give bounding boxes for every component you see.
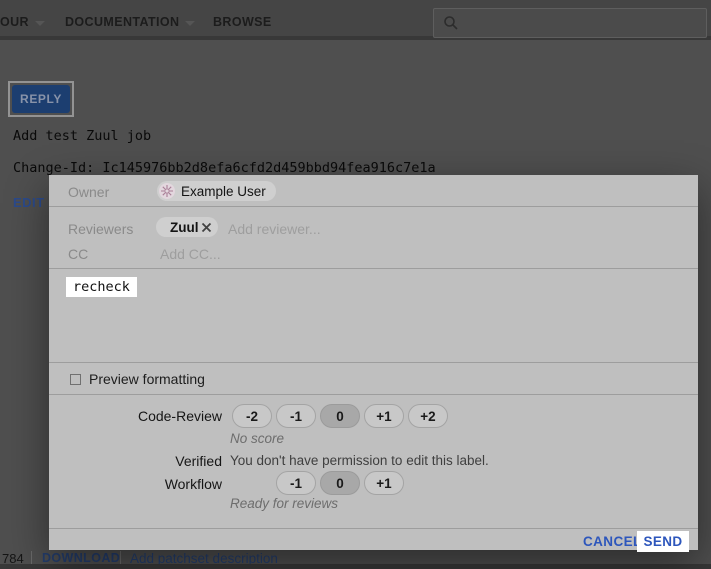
code-review-label: Code-Review	[49, 408, 222, 424]
close-icon	[201, 222, 212, 233]
reviewer-name: Zuul	[170, 220, 199, 235]
section-divider	[49, 206, 698, 207]
nav-menu-documentation[interactable]: DOCUMENTATION	[65, 15, 195, 29]
score-button[interactable]: -1	[276, 471, 316, 495]
avatar	[159, 183, 175, 199]
verified-permission-text: You don't have permission to edit this l…	[230, 453, 489, 468]
section-divider	[49, 362, 698, 363]
reply-message-text: recheck	[66, 277, 137, 297]
reply-message-textarea[interactable]: recheck	[49, 269, 698, 362]
reviewer-chip: Zuul	[156, 217, 218, 237]
cancel-button[interactable]: CANCEL	[583, 534, 642, 549]
reply-button[interactable]: REPLY	[12, 85, 70, 113]
owner-name: Example User	[181, 184, 266, 199]
section-divider	[49, 528, 698, 529]
score-button-selected[interactable]: 0	[320, 404, 360, 428]
nav-menu-your[interactable]: OUR	[0, 15, 45, 29]
workflow-score-buttons: -1 0 +1	[276, 471, 404, 495]
edit-link[interactable]: EDIT	[13, 195, 45, 210]
nav-menu-browse-label: BROWSE	[213, 15, 272, 29]
remove-reviewer-button[interactable]	[200, 220, 214, 234]
reviewers-label: Reviewers	[68, 221, 133, 237]
cc-label: CC	[68, 246, 88, 262]
owner-label: Owner	[68, 184, 109, 200]
score-button[interactable]: +2	[408, 404, 448, 428]
add-reviewer-input[interactable]: Add reviewer...	[228, 221, 321, 237]
preview-formatting-label: Preview formatting	[89, 371, 205, 387]
preview-formatting-checkbox[interactable]	[70, 374, 81, 385]
score-button[interactable]: +1	[364, 471, 404, 495]
score-button-selected[interactable]: 0	[320, 471, 360, 495]
search-input[interactable]	[459, 9, 706, 37]
score-button[interactable]: -2	[232, 404, 272, 428]
verified-label: Verified	[49, 453, 222, 469]
nav-menu-your-label: OUR	[0, 15, 29, 29]
code-review-score-buttons: -2 -1 0 +1 +2	[232, 404, 448, 428]
search-box[interactable]	[433, 8, 707, 38]
section-divider	[49, 394, 698, 395]
bottom-page-edge	[0, 564, 711, 569]
commit-message-line: Add test Zuul job	[13, 128, 151, 144]
nav-menu-documentation-label: DOCUMENTATION	[65, 15, 179, 29]
change-id-line: Change-Id: Ic145976bb2d8efa6cfd2d459bbd9…	[13, 160, 436, 176]
nav-menu-browse[interactable]: BROWSE	[213, 15, 272, 29]
footer-divider	[31, 551, 32, 565]
top-navigation-bar: OUR DOCUMENTATION BROWSE	[0, 0, 711, 40]
download-link[interactable]: DOWNLOAD	[42, 551, 120, 565]
workflow-label: Workflow	[49, 476, 222, 492]
search-icon	[443, 15, 459, 31]
add-cc-input[interactable]: Add CC...	[160, 246, 221, 262]
footer-divider	[120, 551, 121, 565]
score-button[interactable]: +1	[364, 404, 404, 428]
send-button[interactable]: SEND	[637, 531, 689, 552]
score-button[interactable]: -1	[276, 404, 316, 428]
chevron-down-icon	[35, 21, 45, 26]
chevron-down-icon	[185, 21, 195, 26]
owner-chip: Example User	[157, 181, 276, 201]
reply-dialog: Owner Example User Reviewers Zuul Add re…	[49, 175, 698, 550]
workflow-note: Ready for reviews	[230, 496, 338, 511]
code-review-note: No score	[230, 431, 284, 446]
